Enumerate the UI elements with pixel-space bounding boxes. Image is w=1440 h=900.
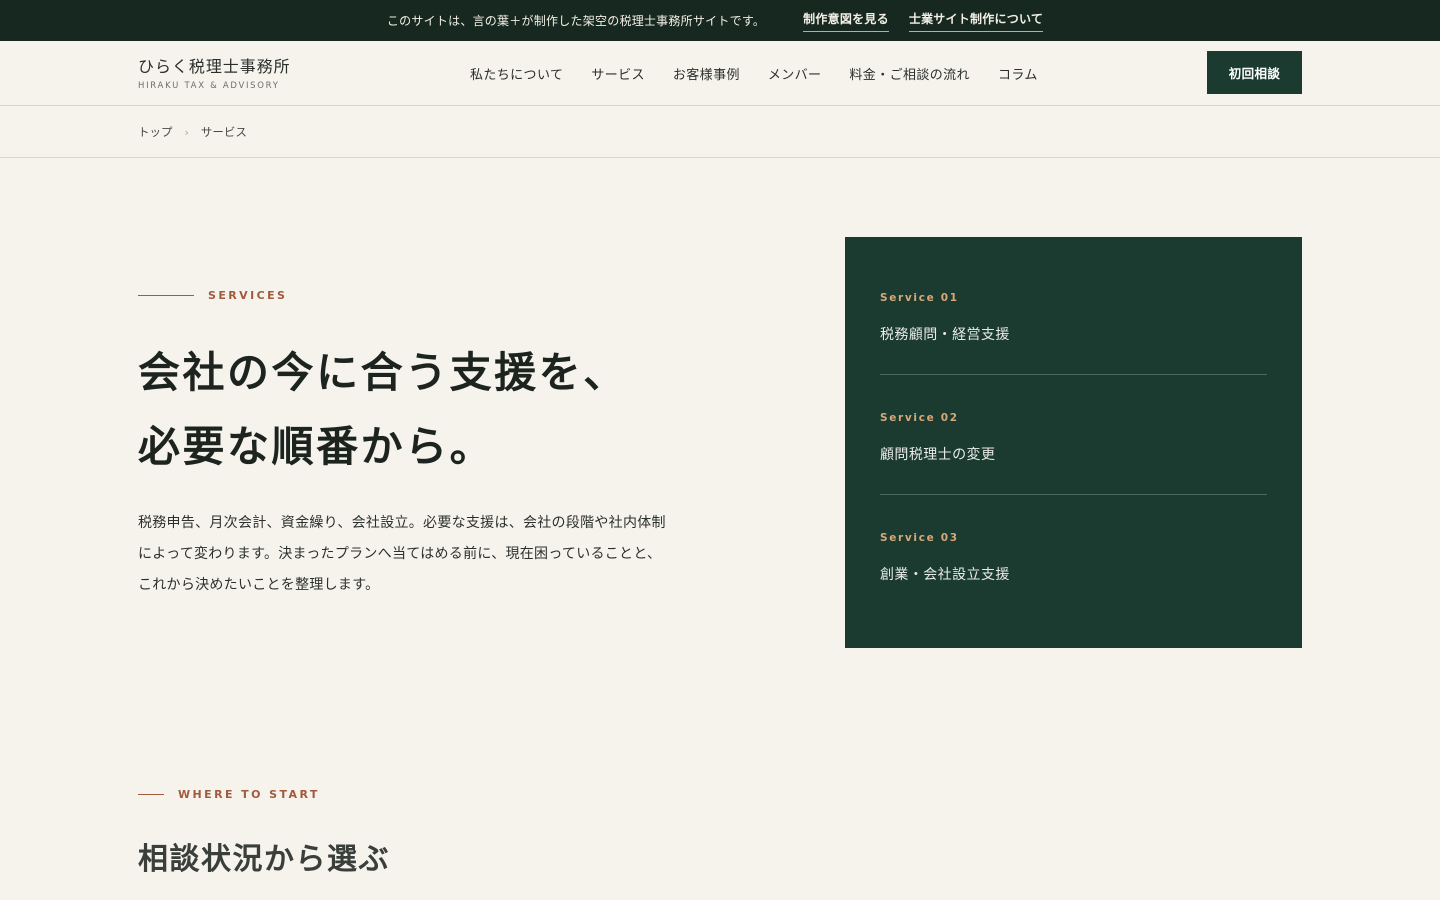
services-heading: 会社の今に合う支援を、 必要な順番から。 — [138, 336, 758, 484]
eyebrow-line — [138, 295, 194, 296]
breadcrumb-separator-icon: › — [184, 125, 189, 139]
where-to-start-eyebrow: WHERE TO START — [138, 788, 320, 801]
breadcrumb-current: サービス — [200, 125, 247, 139]
services-eyebrow: SERVICES — [138, 289, 287, 302]
nav-members[interactable]: メンバー — [768, 64, 822, 83]
announcement-bar: このサイトは、言の葉＋が制作した架空の税理士事務所サイトです。 制作意図を見る … — [0, 0, 1440, 41]
service-item-01[interactable]: Service 01 税務顧問・経営支援 — [880, 237, 1267, 375]
logo-english: HIRAKU TAX & ADVISORY — [138, 81, 280, 91]
site-logo[interactable]: ひらく税理士事務所 HIRAKU TAX & ADVISORY — [138, 53, 291, 91]
announcement-text: このサイトは、言の葉＋が制作した架空の税理士事務所サイトです。 — [386, 14, 766, 28]
eyebrow-line — [138, 794, 164, 795]
where-to-start-eyebrow-text: WHERE TO START — [178, 788, 320, 801]
service-number: Service 02 — [880, 412, 959, 424]
heading-line-2: 必要な順番から。 — [138, 422, 495, 471]
breadcrumb: トップ › サービス — [138, 106, 1440, 158]
intent-link[interactable]: 制作意図を見る — [803, 10, 889, 32]
lead-line-3: これから決めたいことを整理します。 — [138, 577, 380, 593]
site-header: ひらく税理士事務所 HIRAKU TAX & ADVISORY 私たちについて … — [0, 41, 1440, 106]
breadcrumb-top[interactable]: トップ — [138, 124, 173, 140]
heading-line-1: 会社の今に合う支援を、 — [138, 348, 628, 397]
nav-pricing-flow[interactable]: 料金・ご相談の流れ — [849, 64, 970, 83]
service-number: Service 03 — [880, 532, 959, 544]
service-name[interactable]: 創業・会社設立支援 — [880, 564, 1010, 584]
service-number: Service 01 — [880, 292, 959, 304]
logo-japanese: ひらく税理士事務所 — [138, 57, 291, 76]
nav-column[interactable]: コラム — [998, 64, 1038, 83]
services-lead: 税務申告、月次会計、資金繰り、会社設立。必要な支援は、会社の段階や社内体制 によ… — [138, 508, 738, 601]
services-eyebrow-text: SERVICES — [208, 289, 288, 302]
nav-about[interactable]: 私たちについて — [470, 64, 563, 83]
service-name[interactable]: 顧問税理士の変更 — [880, 444, 995, 464]
lead-line-2: によって変わります。決まったプランへ当てはめる前に、現在困っていることと、 — [138, 546, 662, 562]
service-item-03[interactable]: Service 03 創業・会社設立支援 — [880, 477, 1267, 597]
site-production-link[interactable]: 士業サイト制作について — [908, 10, 1044, 32]
nav-services[interactable]: サービス — [591, 64, 645, 83]
main-nav: 私たちについて サービス お客様事例 メンバー 料金・ご相談の流れ コラム — [470, 41, 1066, 105]
lead-line-1: 税務申告、月次会計、資金繰り、会社設立。必要な支援は、会社の段階や社内体制 — [138, 515, 666, 531]
where-to-start-heading: 相談状況から選ぶ — [138, 842, 390, 877]
service-name[interactable]: 税務顧問・経営支援 — [880, 324, 1010, 344]
first-consultation-button[interactable]: 初回相談 — [1207, 51, 1302, 94]
service-list-panel: Service 01 税務顧問・経営支援 Service 02 顧問税理士の変更… — [845, 237, 1302, 648]
nav-cases[interactable]: お客様事例 — [673, 64, 740, 83]
service-item-02[interactable]: Service 02 顧問税理士の変更 — [880, 357, 1267, 495]
